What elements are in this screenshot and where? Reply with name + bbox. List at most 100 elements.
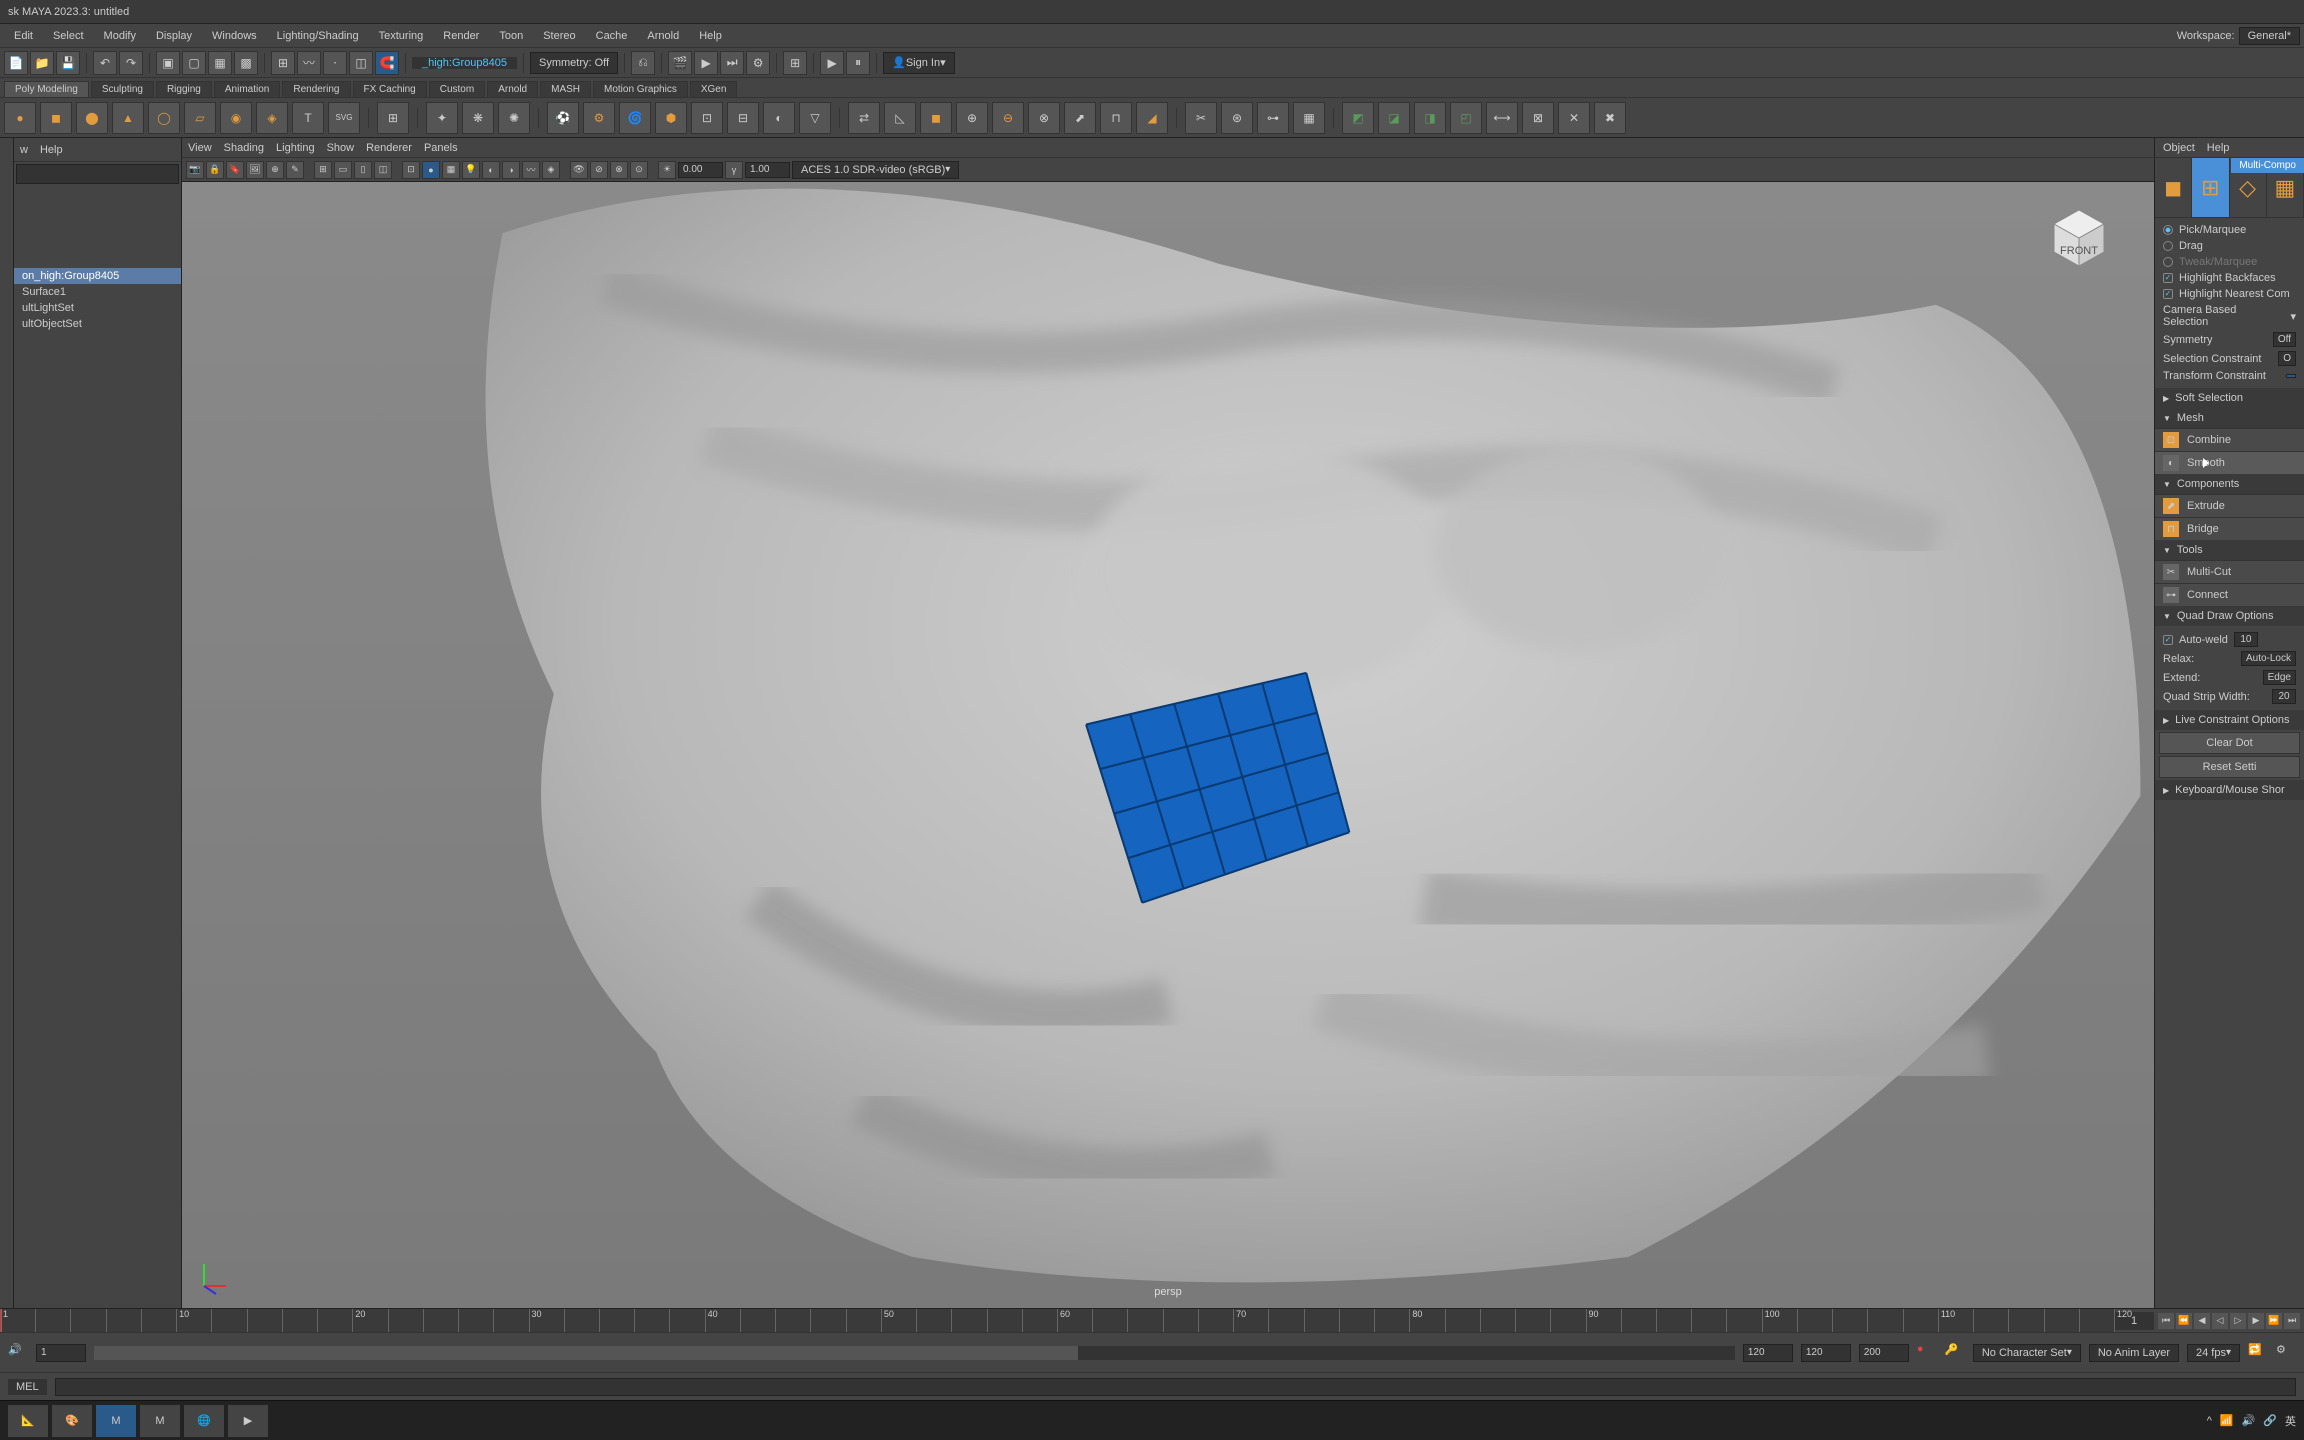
slide-edge-icon[interactable]: ⟷ bbox=[1486, 102, 1518, 134]
gate-mask-icon[interactable]: ◫ bbox=[374, 161, 392, 179]
play-forward-icon[interactable]: ▷ bbox=[2230, 1313, 2246, 1329]
bookmark-icon[interactable]: 🔖 bbox=[226, 161, 244, 179]
playback-end-field[interactable]: 120 bbox=[1743, 1344, 1793, 1362]
boolean-inter-icon[interactable]: ⊗ bbox=[1028, 102, 1060, 134]
auto-weld-field[interactable]: 10 bbox=[2234, 632, 2258, 647]
smooth-shade-icon[interactable]: ● bbox=[422, 161, 440, 179]
extrude-button[interactable]: ⬈Extrude bbox=[2155, 494, 2304, 517]
menu-texturing[interactable]: Texturing bbox=[369, 24, 434, 47]
panel-menu-show[interactable]: Show bbox=[327, 142, 355, 154]
boolean-diff-icon[interactable]: ⊖ bbox=[992, 102, 1024, 134]
viewcube[interactable]: FRONT bbox=[2044, 202, 2114, 272]
outliner-item[interactable] bbox=[14, 252, 181, 268]
loop-icon[interactable]: 🔁 bbox=[2248, 1343, 2268, 1363]
outliner-item-group[interactable]: on_high:Group8405 bbox=[14, 268, 181, 284]
crease-icon[interactable]: ◰ bbox=[1450, 102, 1482, 134]
wireframe-icon[interactable]: ⊡ bbox=[402, 161, 420, 179]
highlight-backfaces-check[interactable] bbox=[2163, 273, 2173, 283]
symmetry-dropdown[interactable]: Symmetry: Off bbox=[530, 52, 618, 74]
bridge-button[interactable]: ⊓Bridge bbox=[2155, 517, 2304, 540]
highlight-nearest-check[interactable] bbox=[2163, 289, 2173, 299]
panel-menu-panels[interactable]: Panels bbox=[424, 142, 458, 154]
grid-icon[interactable]: ⊞ bbox=[314, 161, 332, 179]
select-by-object-icon[interactable]: ▢ bbox=[182, 51, 206, 75]
anti-alias-icon[interactable]: ◈ bbox=[542, 161, 560, 179]
combine-button[interactable]: ⊡Combine bbox=[2155, 428, 2304, 451]
select-by-component-icon[interactable]: ▦ bbox=[208, 51, 232, 75]
render-icon[interactable]: 🎬 bbox=[668, 51, 692, 75]
mesh-header[interactable]: ▼Mesh bbox=[2155, 408, 2304, 428]
multi-cut-button[interactable]: ✂Multi-Cut bbox=[2155, 560, 2304, 583]
pause-icon[interactable]: ⏸ bbox=[846, 51, 870, 75]
tray-volume-icon[interactable]: 🔊 bbox=[2242, 1414, 2256, 1427]
workspace-dropdown[interactable]: General* bbox=[2239, 27, 2300, 45]
panel-menu-shading[interactable]: Shading bbox=[224, 142, 264, 154]
pipe-icon[interactable]: ⬢ bbox=[655, 102, 687, 134]
ultra-shape-icon[interactable]: ✺ bbox=[498, 102, 530, 134]
shelf-tab-rendering[interactable]: Rendering bbox=[282, 81, 350, 97]
construction-history-icon[interactable]: ⎌ bbox=[631, 51, 655, 75]
exposure-icon[interactable]: ☀ bbox=[658, 161, 676, 179]
save-scene-icon[interactable]: 💾 bbox=[56, 51, 80, 75]
components-header[interactable]: ▼Components bbox=[2155, 474, 2304, 494]
outliner-search-input[interactable] bbox=[16, 164, 179, 184]
step-forward-key-icon[interactable]: ⏩ bbox=[2266, 1313, 2282, 1329]
object-mode-icon[interactable]: ◼ bbox=[2155, 158, 2192, 217]
menu-lighting[interactable]: Lighting/Shading bbox=[267, 24, 369, 47]
extrude-shelf-icon[interactable]: ⬈ bbox=[1064, 102, 1096, 134]
shelf-tab-mash[interactable]: MASH bbox=[540, 81, 591, 97]
xray-joints-icon[interactable]: ⊗ bbox=[610, 161, 628, 179]
ipr-render-icon[interactable]: ▶ bbox=[694, 51, 718, 75]
soccer-ball-icon[interactable]: ⚽ bbox=[547, 102, 579, 134]
mirror-icon[interactable]: ⇄ bbox=[848, 102, 880, 134]
auto-weld-check[interactable] bbox=[2163, 635, 2173, 645]
snap-live-icon[interactable]: 🧲 bbox=[375, 51, 399, 75]
script-lang-dropdown[interactable]: MEL bbox=[8, 1379, 47, 1395]
textured-icon[interactable]: ▦ bbox=[442, 161, 460, 179]
colorspace-dropdown[interactable]: ACES 1.0 SDR-video (sRGB) ▾ bbox=[792, 161, 959, 179]
poly-plane-icon[interactable]: ▱ bbox=[184, 102, 216, 134]
render-sequence-icon[interactable]: ⏭ bbox=[720, 51, 744, 75]
taskbar-maya-active[interactable]: M bbox=[96, 1405, 136, 1437]
undo-icon[interactable]: ↶ bbox=[93, 51, 117, 75]
separate-icon[interactable]: ⊟ bbox=[727, 102, 759, 134]
set-key-icon[interactable]: 🔑 bbox=[1945, 1343, 1965, 1363]
menu-windows[interactable]: Windows bbox=[202, 24, 267, 47]
open-scene-icon[interactable]: 📁 bbox=[30, 51, 54, 75]
menu-arnold[interactable]: Arnold bbox=[637, 24, 689, 47]
step-back-key-icon[interactable]: ⏪ bbox=[2176, 1313, 2192, 1329]
select-multi-icon[interactable]: ▩ bbox=[234, 51, 258, 75]
multi-component-mode-icon[interactable]: ⊞ bbox=[2192, 158, 2229, 217]
range-end-field[interactable]: 200 bbox=[1859, 1344, 1909, 1362]
symmetry-dropdown-2[interactable]: Off bbox=[2273, 332, 2296, 347]
poly-type-icon[interactable]: T bbox=[292, 102, 324, 134]
multi-cut-icon[interactable]: ✂ bbox=[1185, 102, 1217, 134]
drag-radio[interactable] bbox=[2163, 241, 2173, 251]
panel-layout-icon[interactable]: ⊞ bbox=[783, 51, 807, 75]
menu-modify[interactable]: Modify bbox=[94, 24, 146, 47]
menu-select[interactable]: Select bbox=[43, 24, 94, 47]
select-camera-icon[interactable]: 📷 bbox=[186, 161, 204, 179]
helix-icon[interactable]: 🌀 bbox=[619, 102, 651, 134]
snap-curve-icon[interactable]: 〰 bbox=[297, 51, 321, 75]
motion-blur-icon[interactable]: 〰 bbox=[522, 161, 540, 179]
menu-render[interactable]: Render bbox=[433, 24, 489, 47]
poly-cone-icon[interactable]: ▲ bbox=[112, 102, 144, 134]
connect-button[interactable]: ⊶Connect bbox=[2155, 583, 2304, 606]
cube-shelf-icon[interactable]: ◼ bbox=[920, 102, 952, 134]
go-to-start-icon[interactable]: ⏮ bbox=[2158, 1313, 2174, 1329]
target-weld-icon[interactable]: ⊛ bbox=[1221, 102, 1253, 134]
signin-dropdown[interactable]: 👤 Sign In ▾ bbox=[883, 52, 954, 74]
shelf-tab-custom[interactable]: Custom bbox=[429, 81, 485, 97]
connect-icon[interactable]: ⊶ bbox=[1257, 102, 1289, 134]
panel-menu-renderer[interactable]: Renderer bbox=[366, 142, 412, 154]
range-slider-track[interactable] bbox=[94, 1346, 1735, 1360]
svg-icon[interactable]: SVG bbox=[328, 102, 360, 134]
play-icon[interactable]: ▶ bbox=[820, 51, 844, 75]
2d-pan-icon[interactable]: ⊕ bbox=[266, 161, 284, 179]
taskbar-app-1[interactable]: 📐 bbox=[8, 1405, 48, 1437]
clear-dots-button[interactable]: Clear Dot bbox=[2159, 732, 2300, 754]
delete-edge-icon[interactable]: ✖ bbox=[1594, 102, 1626, 134]
panel-menu-view[interactable]: View bbox=[188, 142, 212, 154]
outliner-item[interactable] bbox=[14, 188, 181, 204]
